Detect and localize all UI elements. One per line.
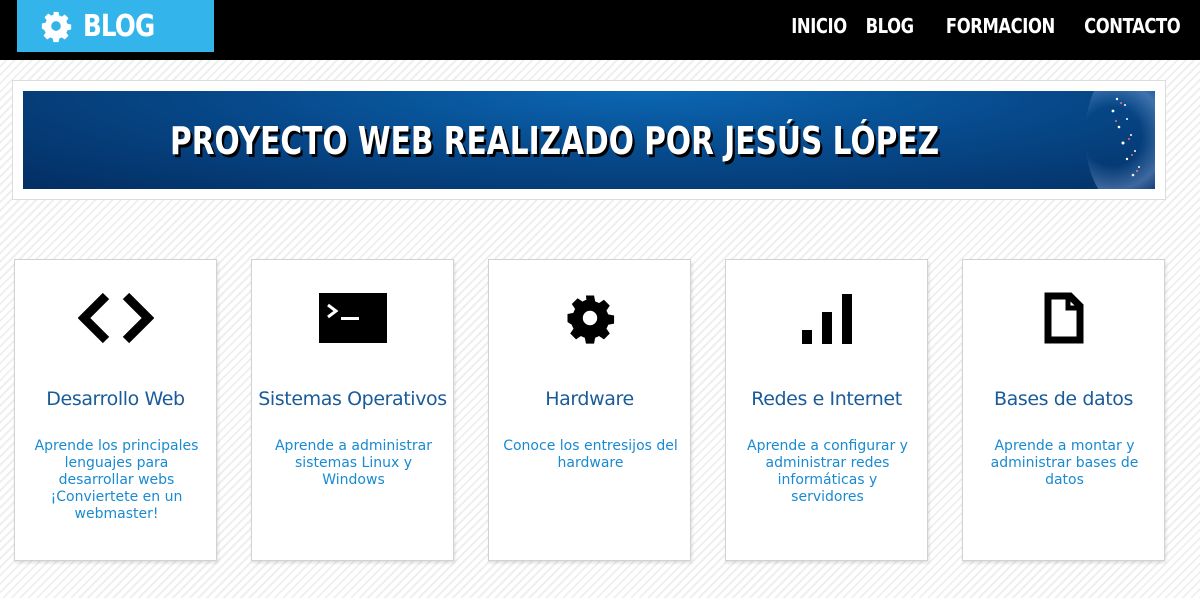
card-title: Redes e Internet xyxy=(751,388,902,410)
card-icon-wrap xyxy=(252,290,453,346)
card-description: Conoce los entresijos del hardware xyxy=(503,438,678,471)
card-title: Hardware xyxy=(545,388,634,410)
card-icon-wrap xyxy=(489,290,690,346)
nav-link-contacto[interactable]: CONTACTO xyxy=(1084,14,1181,38)
card-desarrollo-web[interactable]: Desarrollo Web Aprende los principales l… xyxy=(14,259,217,561)
gear-icon xyxy=(567,295,614,344)
card-redes-e-internet[interactable]: Redes e Internet Aprende a configurar y … xyxy=(725,259,928,561)
banner-frame: PROYECTO WEB REALIZADO POR JESÚS LÓPEZ xyxy=(12,80,1166,200)
gear-icon xyxy=(41,11,72,43)
card-title: Bases de datos xyxy=(993,388,1134,410)
document-icon xyxy=(1044,292,1083,344)
logo-text: BLOG xyxy=(83,8,155,44)
card-title: Sistemas Operativos xyxy=(258,388,447,410)
card-title: Desarrollo Web xyxy=(46,388,185,410)
terminal-icon xyxy=(318,293,387,343)
card-icon-wrap xyxy=(963,290,1164,346)
banner-title: PROYECTO WEB REALIZADO POR JESÚS LÓPEZ xyxy=(170,119,940,163)
card-bases-de-datos[interactable]: Bases de datos Aprende a montar y admini… xyxy=(962,259,1165,561)
card-hardware[interactable]: Hardware Conoce los entresijos del hardw… xyxy=(488,259,691,561)
code-icon xyxy=(77,292,154,344)
card-description: Aprende a montar y administrar bases de … xyxy=(990,438,1139,488)
card-description: Aprende a configurar y administrar redes… xyxy=(747,438,908,505)
sparkle-decoration-icon xyxy=(1111,97,1140,177)
nav-link-blog[interactable]: BLOG xyxy=(866,14,915,38)
hero-banner: PROYECTO WEB REALIZADO POR JESÚS LÓPEZ xyxy=(23,91,1155,189)
card-icon-wrap xyxy=(15,290,216,346)
main-nav: INICIO BLOG FORMACION CONTACTO xyxy=(779,0,1181,52)
blog-logo[interactable]: BLOG xyxy=(17,0,214,52)
card-icon-wrap xyxy=(726,290,927,346)
signal-bars-icon xyxy=(801,294,852,344)
nav-link-formacion[interactable]: FORMACION xyxy=(946,14,1055,38)
card-sistemas-operativos[interactable]: Sistemas Operativos Aprende a administra… xyxy=(251,259,454,561)
top-navigation-bar: BLOG INICIO BLOG FORMACION CONTACTO xyxy=(0,0,1200,60)
card-description: Aprende a administrar sistemas Linux y W… xyxy=(274,438,432,488)
card-description: Aprende los principales lenguajes para d… xyxy=(34,438,199,522)
nav-link-inicio[interactable]: INICIO xyxy=(792,14,848,38)
